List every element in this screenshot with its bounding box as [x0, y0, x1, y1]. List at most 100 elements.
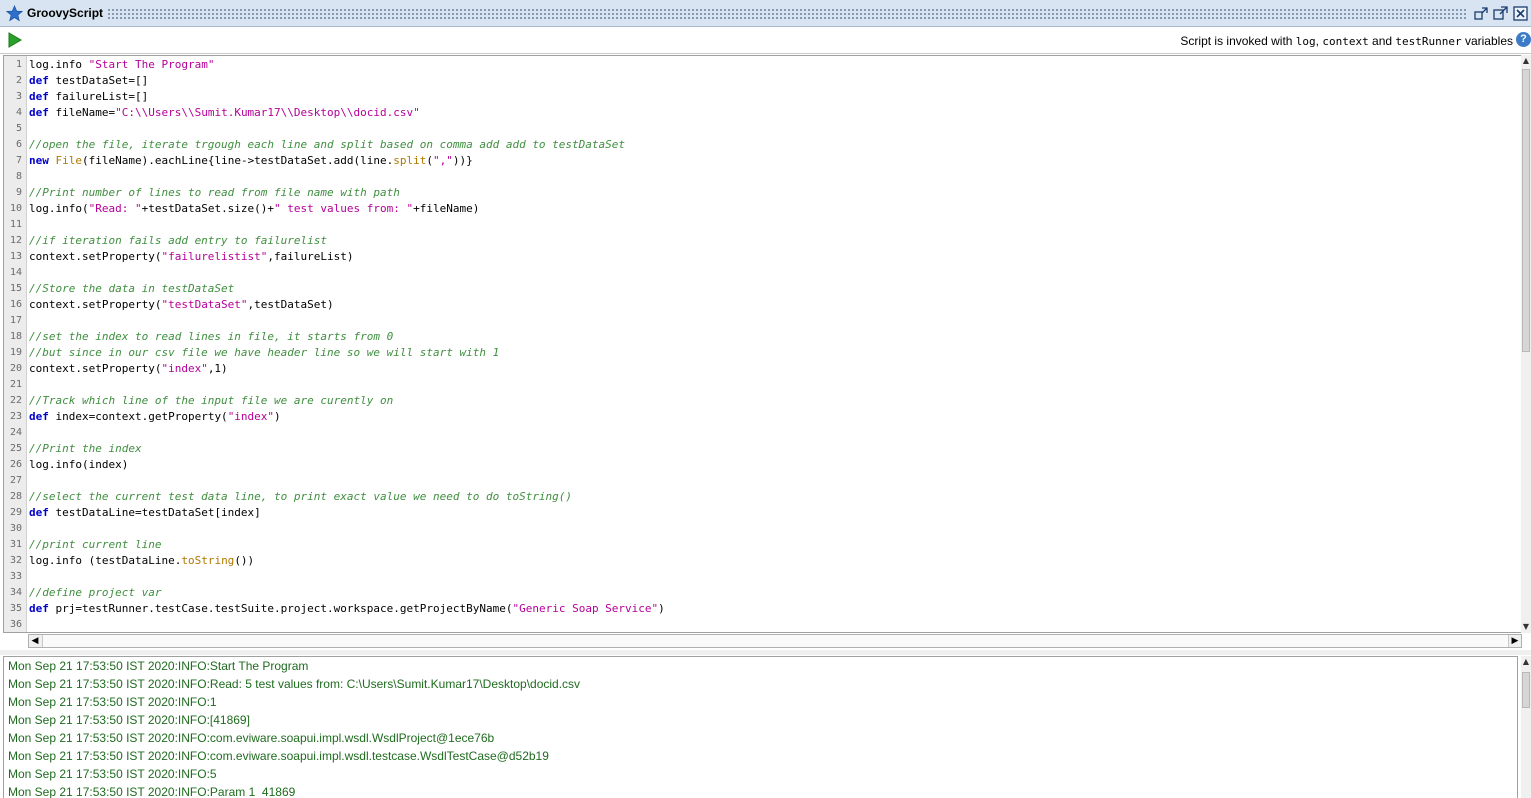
code-text: //select the current test data line, to … [29, 489, 572, 505]
line-number: 18 [9, 331, 22, 342]
code-line[interactable]: 31 //print current line [4, 537, 1504, 553]
line-number: 6 [15, 139, 22, 150]
code-line[interactable]: 15 //Store the data in testDataSet [4, 281, 1504, 297]
scroll-down-icon[interactable]: ▼ [1521, 621, 1531, 633]
line-number: 9 [15, 187, 22, 198]
editor-vertical-scrollbar[interactable]: ▲ ▼ [1521, 55, 1531, 633]
line-number: 30 [9, 523, 22, 534]
scroll-up-icon[interactable]: ▲ [1521, 55, 1531, 67]
scroll-left-icon[interactable]: ◀ [29, 635, 41, 647]
code-token: "Generic Soap Service" [512, 602, 659, 615]
help-icon[interactable]: ? [1516, 32, 1531, 47]
code-line[interactable]: 4 def fileName="C:\\Users\\Sumit.Kumar17\… [4, 105, 1504, 121]
line-number: 24 [9, 427, 22, 438]
code-token: "failurelistist" [161, 250, 268, 263]
code-line[interactable]: 6 //open the file, iterate trgough each l… [4, 137, 1504, 153]
code-token: //print current line [29, 538, 162, 551]
code-text: //print current line [29, 537, 161, 553]
code-line[interactable]: 19 //but since in our csv file we have he… [4, 345, 1504, 361]
horizontal-scroll-thumb[interactable] [42, 635, 1509, 647]
scroll-right-icon[interactable]: ▶ [1509, 635, 1521, 647]
code-line[interactable]: 9 //Print number of lines to read from fi… [4, 185, 1504, 201]
code-text: context.setProperty("index",1) [29, 361, 228, 377]
code-token: //Track which line of the input file we … [29, 394, 394, 407]
code-line[interactable]: 3 def failureList=[] [4, 89, 1504, 105]
code-line[interactable]: 29 def testDataLine=testDataSet[index] [4, 505, 1504, 521]
code-line[interactable]: 35 def prj=testRunner.testCase.testSuite.… [4, 601, 1504, 617]
code-line[interactable]: 33 [4, 569, 1504, 585]
code-line[interactable]: 1 log.info "Start The Program" [4, 57, 1504, 73]
code-token: log.info [29, 58, 89, 71]
code-text: //Track which line of the input file we … [29, 393, 393, 409]
code-token: //define project var [29, 586, 162, 599]
log-output[interactable]: Mon Sep 21 17:53:50 IST 2020:INFO:Start … [3, 656, 1518, 798]
code-line[interactable]: 7 new File(fileName).eachLine{line->testD… [4, 153, 1504, 169]
code-line[interactable]: 26 log.info(index) [4, 457, 1504, 473]
code-line[interactable]: 22 //Track which line of the input file w… [4, 393, 1504, 409]
code-token: context.setProperty( [29, 250, 162, 263]
editor-horizontal-scrollbar[interactable]: ◀ ▶ [28, 634, 1522, 648]
play-icon[interactable] [8, 32, 22, 48]
log-scroll-up-icon[interactable]: ▲ [1521, 656, 1531, 668]
code-text: def fileName="C:\\Users\\Sumit.Kumar17\\… [29, 105, 420, 121]
code-line[interactable]: 32 log.info (testDataLine.toString()) [4, 553, 1504, 569]
code-line[interactable]: 10 log.info("Read: "+testDataSet.size()+"… [4, 201, 1504, 217]
code-line[interactable]: 21 [4, 377, 1504, 393]
hint-var-testrunner: testRunner [1395, 35, 1462, 48]
code-line[interactable]: 25 //Print the index [4, 441, 1504, 457]
code-line[interactable]: 5 [4, 121, 1504, 137]
line-number: 35 [9, 603, 22, 614]
code-line[interactable]: 23 def index=context.getProperty("index") [4, 409, 1504, 425]
code-line[interactable]: 11 [4, 217, 1504, 233]
line-number: 8 [15, 171, 22, 182]
code-text: new File(fileName).eachLine{line->testDa… [29, 153, 473, 169]
line-number: 12 [9, 235, 22, 246]
code-text: log.info "Start The Program" [29, 57, 214, 73]
code-line[interactable]: 27 [4, 473, 1504, 489]
code-line[interactable]: 13 context.setProperty("failurelistist",f… [4, 249, 1504, 265]
close-icon[interactable] [1513, 6, 1528, 21]
code-line[interactable]: 34 //define project var [4, 585, 1504, 601]
log-line: Mon Sep 21 17:53:50 IST 2020:INFO:5 [8, 767, 217, 781]
line-number: 10 [9, 203, 22, 214]
code-token: "C:\\Users\\Sumit.Kumar17\\Desktop\\doci… [115, 106, 420, 119]
code-token: failureList=[] [48, 90, 149, 103]
restore-icon[interactable] [1474, 6, 1489, 21]
line-number: 2 [15, 75, 22, 86]
detach-icon[interactable] [1493, 6, 1508, 21]
code-line[interactable]: 30 [4, 521, 1504, 537]
code-text: def failureList=[] [29, 89, 148, 105]
code-token: index=context.getProperty( [48, 410, 228, 423]
code-line[interactable]: 2 def testDataSet=[] [4, 73, 1504, 89]
code-line[interactable]: 18 //set the index to read lines in file,… [4, 329, 1504, 345]
log-vertical-scrollbar[interactable]: ▲ [1521, 656, 1531, 798]
code-line[interactable]: 20 context.setProperty("index",1) [4, 361, 1504, 377]
line-number: 29 [9, 507, 22, 518]
code-token: def [29, 74, 49, 87]
log-line: Mon Sep 21 17:53:50 IST 2020:INFO:com.ev… [8, 749, 549, 763]
code-token: ) [274, 410, 281, 423]
line-number: 11 [9, 219, 22, 230]
line-number: 21 [9, 379, 22, 390]
code-text: log.info(index) [29, 457, 128, 473]
code-line[interactable]: 28 //select the current test data line, t… [4, 489, 1504, 505]
code-text: context.setProperty("failurelistist",fai… [29, 249, 354, 265]
line-number: 13 [9, 251, 22, 262]
code-line[interactable]: 8 [4, 169, 1504, 185]
log-scroll-thumb[interactable] [1522, 672, 1530, 708]
code-line[interactable]: 14 [4, 265, 1504, 281]
editor-scroll-thumb[interactable] [1522, 69, 1530, 352]
code-token: (fileName).eachLine{line->testDataSet.ad… [82, 154, 394, 167]
code-line[interactable]: 12 //if iteration fails add entry to fail… [4, 233, 1504, 249]
code-line[interactable]: 24 [4, 425, 1504, 441]
code-line[interactable]: 16 context.setProperty("testDataSet",test… [4, 297, 1504, 313]
code-text: def prj=testRunner.testCase.testSuite.pr… [29, 601, 665, 617]
title-bar-grip[interactable] [107, 8, 1467, 20]
code-token: +fileName) [413, 202, 480, 215]
pane-splitter[interactable] [0, 650, 1531, 655]
code-editor[interactable]: 1 log.info "Start The Program" 2 def testDa… [3, 55, 1522, 633]
code-line[interactable]: 17 [4, 313, 1504, 329]
code-token: def [29, 106, 49, 119]
code-token: File [55, 154, 83, 167]
code-line[interactable]: 36 [4, 617, 1504, 632]
